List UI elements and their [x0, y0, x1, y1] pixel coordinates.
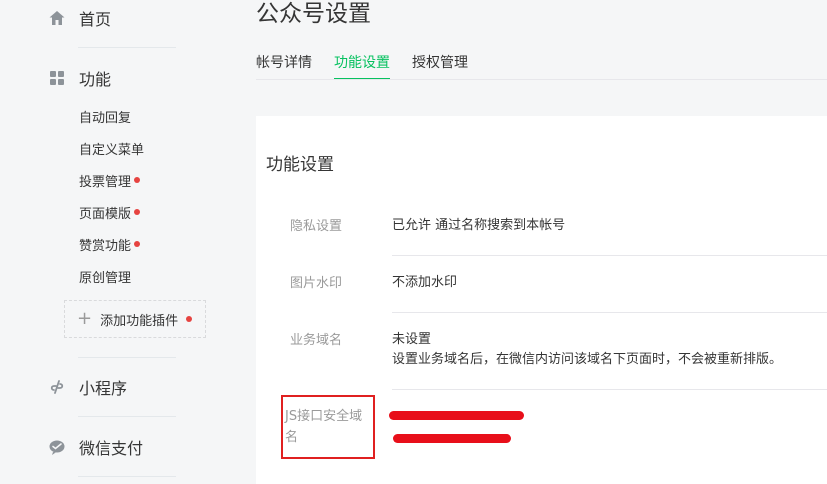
watermark-label: 图片水印: [290, 276, 343, 291]
divider: [78, 476, 176, 477]
sidebar-item-reward[interactable]: 赞赏功能: [79, 235, 141, 254]
main-content: 公众号设置 帐号详情 功能设置 授权管理 功能设置 隐私设置 已允许 通过名称搜…: [230, 0, 827, 484]
wechat-pay-icon: [48, 438, 66, 456]
sidebar-item-custom-menu[interactable]: 自定义菜单: [79, 139, 145, 158]
sidebar-item-vote[interactable]: 投票管理: [79, 171, 141, 190]
row-divider: [392, 312, 827, 313]
tab-account-details[interactable]: 帐号详情: [256, 52, 312, 80]
nav-wechat-pay[interactable]: 微信支付: [48, 436, 143, 458]
highlight-box: [281, 395, 375, 459]
page-title: 公众号设置: [256, 1, 371, 27]
tab-function-settings[interactable]: 功能设置: [334, 52, 390, 80]
row-divider: [392, 389, 827, 390]
tab-bar: 帐号详情 功能设置 授权管理: [256, 52, 490, 80]
nav-mini-program[interactable]: 小程序: [48, 376, 127, 398]
link-icon: [48, 378, 66, 396]
sidebar-item-auto-reply[interactable]: 自动回复: [79, 107, 132, 126]
notification-dot: [134, 177, 141, 183]
sidebar-item-label: 赞赏功能: [79, 238, 132, 254]
business-domain-value[interactable]: 未设置: [392, 330, 431, 350]
nav-functions-label: 功能: [79, 70, 112, 89]
nav-home[interactable]: 首页: [48, 7, 111, 29]
business-domain-desc: 设置业务域名后，在微信内访问该域名下页面时，不会被重新排版。: [392, 352, 783, 367]
row-divider: [392, 255, 827, 256]
nav-wechat-pay-label: 微信支付: [79, 439, 144, 458]
notification-dot: [134, 209, 141, 215]
sidebar-item-label: 原创管理: [79, 270, 132, 286]
sidebar-item-label: 投票管理: [79, 174, 132, 190]
sidebar-item-page-template[interactable]: 页面模版: [79, 203, 141, 222]
business-domain-label: 业务域名: [290, 333, 343, 348]
privacy-label: 隐私设置: [290, 219, 343, 234]
home-icon: [48, 9, 66, 27]
add-plugin-button[interactable]: + 添加功能插件: [64, 300, 206, 338]
sidebar-item-label: 页面模版: [79, 206, 132, 222]
redaction-mark: [393, 434, 511, 443]
notification-dot: [186, 316, 193, 322]
sidebar-item-original[interactable]: 原创管理: [79, 267, 132, 286]
divider: [78, 47, 176, 48]
divider: [78, 357, 176, 358]
nav-mini-program-label: 小程序: [79, 379, 128, 398]
redaction-mark: [389, 411, 524, 420]
section-title: 功能设置: [266, 155, 334, 175]
add-plugin-label: 添加功能插件: [100, 313, 179, 329]
privacy-value[interactable]: 已允许 通过名称搜索到本帐号: [392, 216, 565, 236]
sidebar-item-label: 自定义菜单: [79, 142, 145, 158]
plus-icon: +: [77, 308, 93, 329]
nav-functions[interactable]: 功能: [48, 67, 111, 89]
tab-divider: [256, 79, 827, 80]
nav-home-label: 首页: [79, 10, 112, 29]
sidebar: 首页 功能 自动回复 自定义菜单 投票管理 页面模版 赞赏功能 原创管理 + 添…: [0, 0, 230, 484]
grid-icon: [48, 69, 66, 87]
tab-authorization[interactable]: 授权管理: [412, 52, 468, 80]
notification-dot: [134, 241, 141, 247]
divider: [78, 416, 176, 417]
sidebar-item-label: 自动回复: [79, 110, 132, 126]
watermark-value[interactable]: 不添加水印: [392, 273, 457, 293]
